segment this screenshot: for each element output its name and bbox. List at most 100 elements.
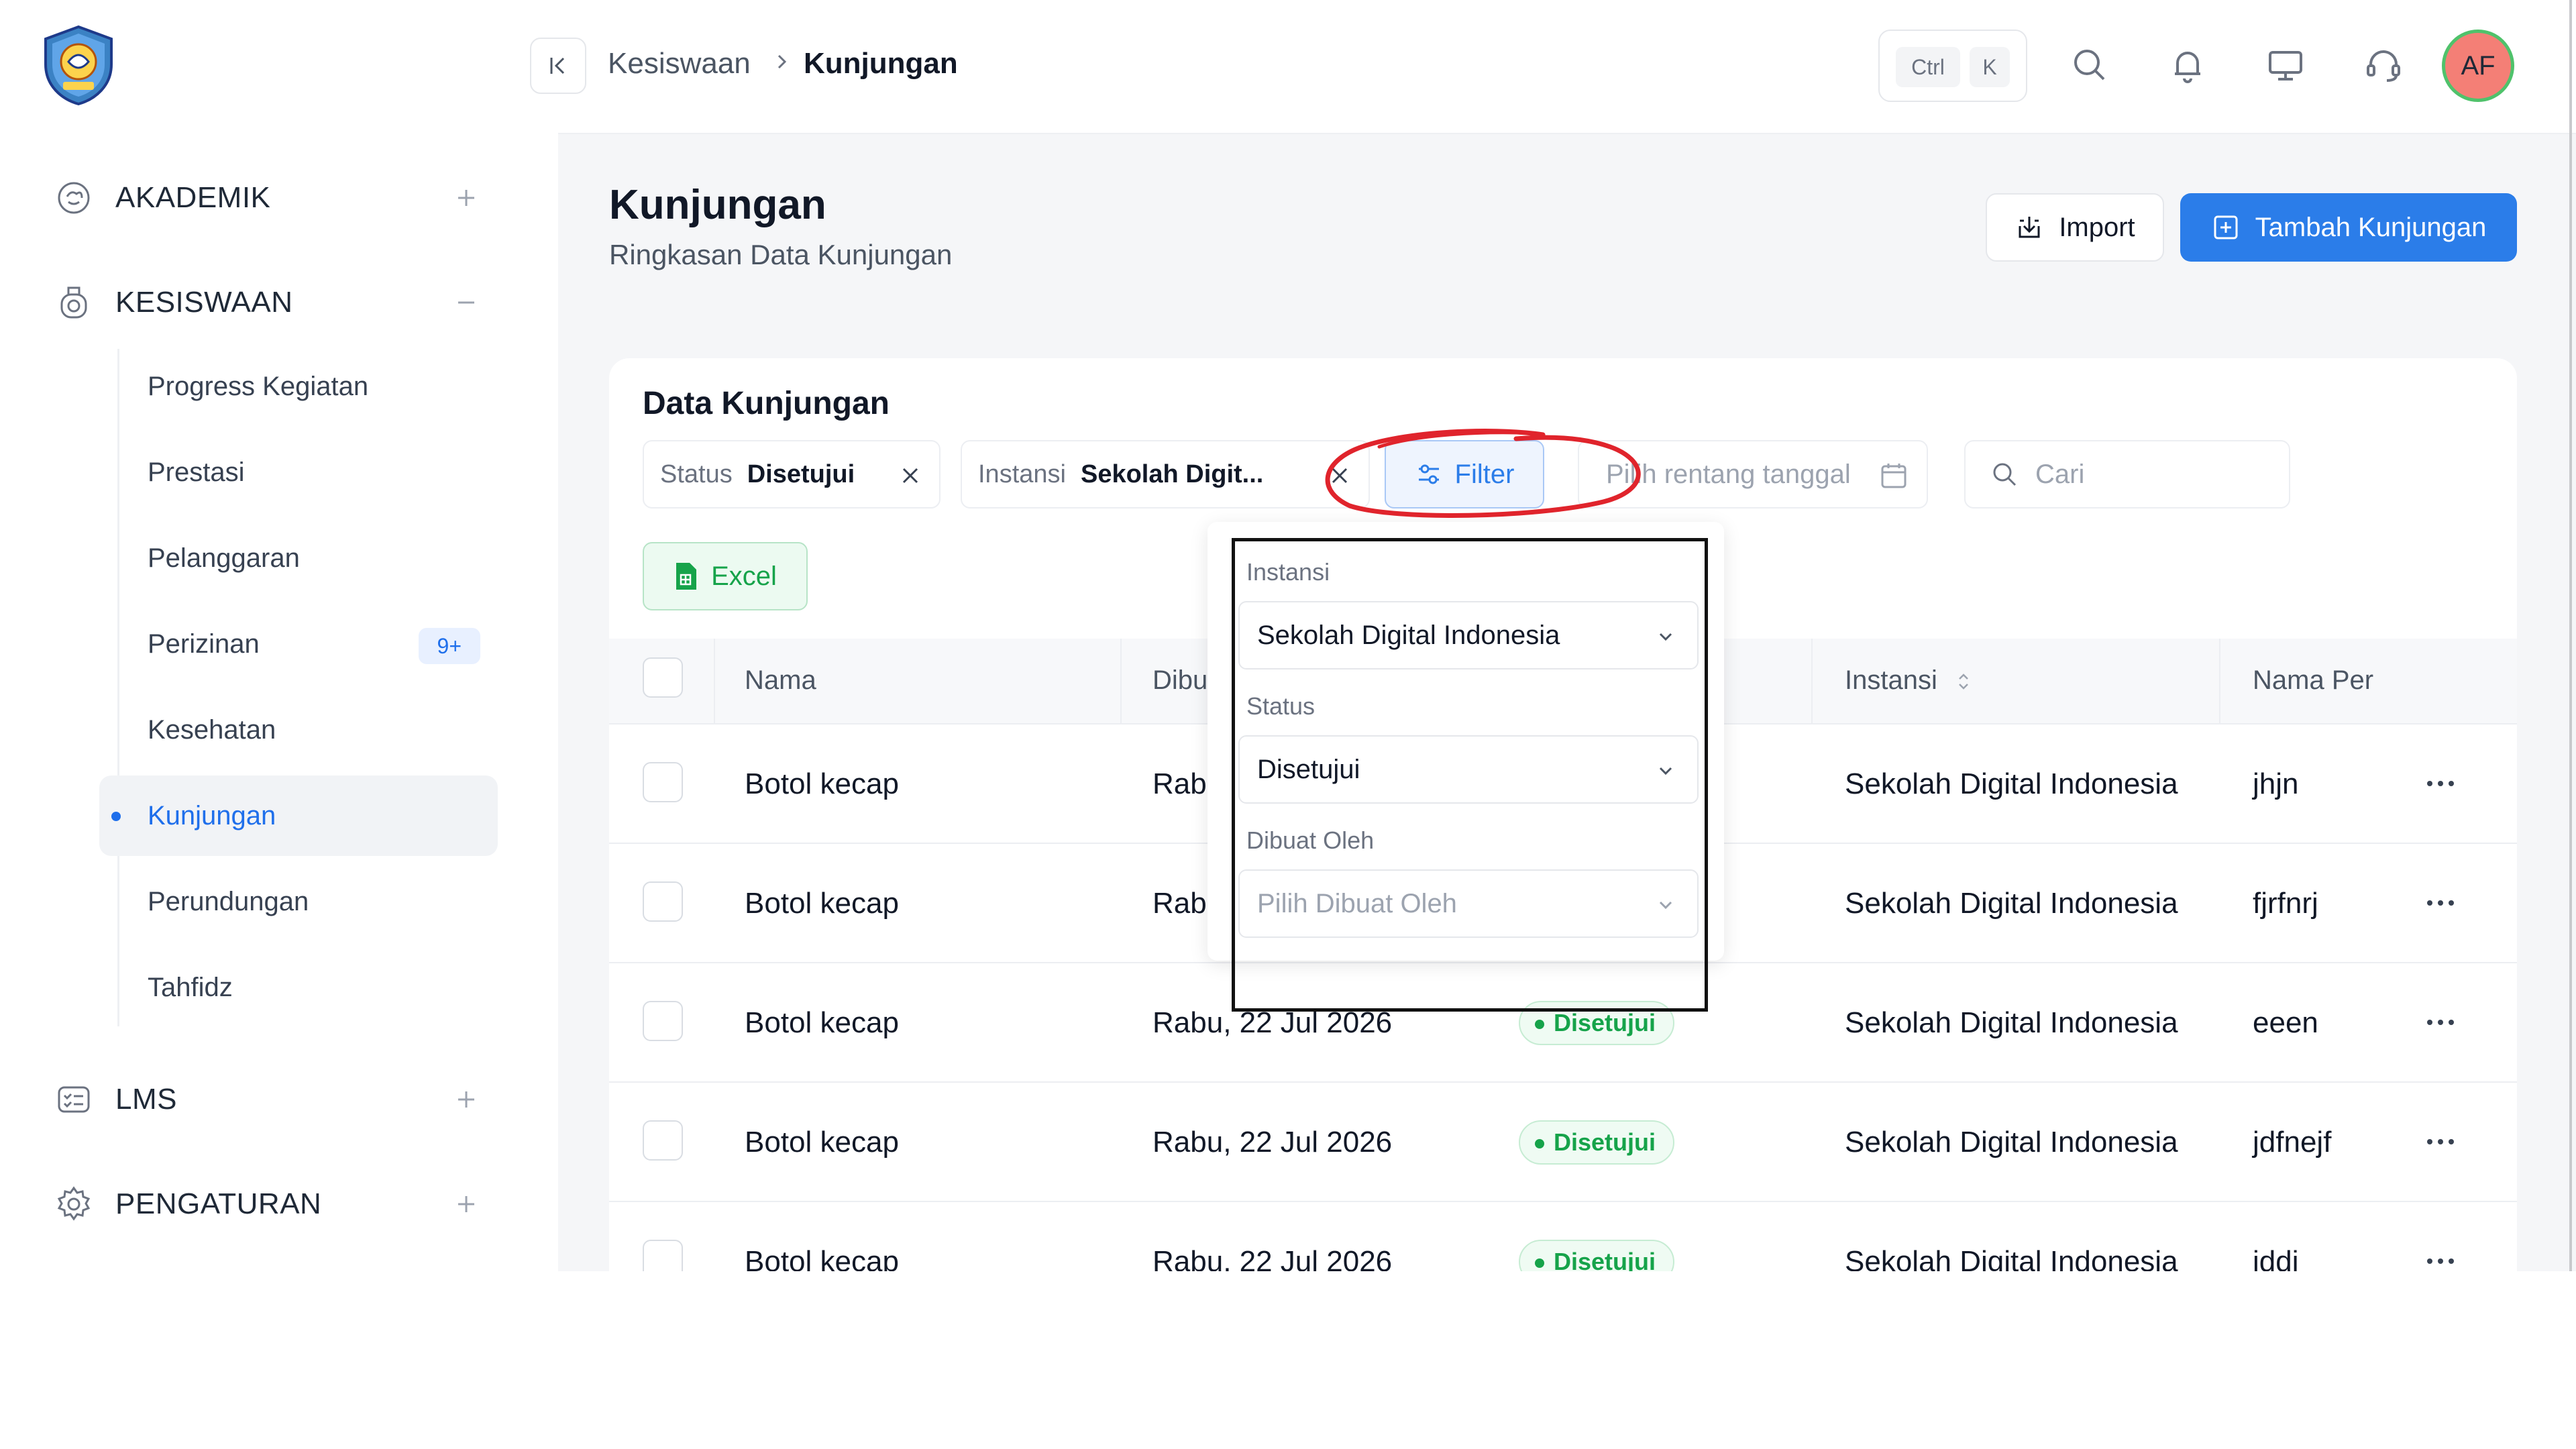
sidebar-item-kunjungan[interactable]: Kunjungan xyxy=(99,775,498,856)
row-checkbox[interactable] xyxy=(643,1240,683,1271)
more-horizontal-icon[interactable] xyxy=(2420,890,2461,916)
plus-square-icon xyxy=(2214,215,2238,239)
status-select-value: Disetujui xyxy=(1257,754,1360,784)
table-row[interactable]: Botol kecap Rabu, 22 Jul 2026 Disetujui … xyxy=(609,1202,2517,1271)
sidebar-item-label: Perizinan xyxy=(148,629,260,659)
search-icon[interactable] xyxy=(2066,42,2113,89)
search-input[interactable]: Cari xyxy=(1964,440,2290,508)
school-logo[interactable] xyxy=(36,23,121,107)
status-badge: Disetujui xyxy=(1519,1120,1675,1165)
gear-icon xyxy=(57,1186,91,1221)
calendar-icon xyxy=(1881,464,1907,488)
sidebar-item-pelanggaran[interactable]: Pelanggaran xyxy=(99,518,498,598)
cell-nama: Botol kecap xyxy=(745,767,899,800)
cell-instansi: Sekolah Digital Indonesia xyxy=(1845,1126,2178,1159)
cell-dibuat: Rab xyxy=(1152,887,1207,920)
nav-group-lms[interactable]: LMS xyxy=(40,1063,496,1136)
cell-instansi: Sekolah Digital Indonesia xyxy=(1845,767,2178,800)
sidebar-item-label: Pelanggaran xyxy=(148,543,300,573)
window-edge xyxy=(2569,0,2572,1271)
brain-icon xyxy=(58,182,90,214)
kbd-ctrl: Ctrl xyxy=(1896,47,1960,87)
status-select[interactable]: Disetujui xyxy=(1238,735,1699,804)
sidebar-item-label: Kunjungan xyxy=(148,800,276,830)
row-checkbox[interactable] xyxy=(643,881,683,922)
user-avatar[interactable]: AF xyxy=(2442,30,2514,102)
row-checkbox[interactable] xyxy=(643,1001,683,1041)
chevron-down-icon xyxy=(1659,633,1672,641)
table-row[interactable]: Botol kecap Rabu, 22 Jul 2026 Disetujui … xyxy=(609,1083,2517,1202)
collapse-left-icon xyxy=(550,57,565,74)
chip-key: Instansi xyxy=(978,460,1066,488)
close-icon[interactable] xyxy=(899,464,922,487)
plus-icon[interactable] xyxy=(449,1187,483,1221)
import-button[interactable]: Import xyxy=(1986,193,2164,262)
filter-instansi-label: Instansi xyxy=(1246,558,1330,586)
more-horizontal-icon[interactable] xyxy=(2420,770,2461,797)
plus-icon[interactable] xyxy=(449,181,483,215)
filter-chip-instansi[interactable]: Instansi Sekolah Digit... xyxy=(961,440,1370,508)
row-checkbox[interactable] xyxy=(643,762,683,802)
date-range-input[interactable]: Pilih rentang tanggal xyxy=(1578,440,1928,508)
cell-nama-penanggung: jhjn xyxy=(2253,767,2299,800)
sidebar-item-kesehatan[interactable]: Kesehatan xyxy=(99,690,498,770)
sidebar-item-progress-kegiatan[interactable]: Progress Kegiatan xyxy=(99,346,498,427)
cell-nama: Botol kecap xyxy=(745,1245,899,1271)
cell-nama: Botol kecap xyxy=(745,1126,899,1159)
nav-group-kesiswaan[interactable]: KESISWAAN xyxy=(40,266,496,339)
row-checkbox[interactable] xyxy=(643,1120,683,1161)
date-range-placeholder: Pilih rentang tanggal xyxy=(1606,459,1851,489)
chevron-down-icon xyxy=(1659,767,1672,775)
chevron-down-icon xyxy=(1659,901,1672,910)
bell-icon[interactable] xyxy=(2164,42,2211,89)
headset-icon[interactable] xyxy=(2360,42,2407,89)
select-all-checkbox[interactable] xyxy=(643,657,683,698)
instansi-select[interactable]: Sekolah Digital Indonesia xyxy=(1238,601,1699,669)
monitor-icon[interactable] xyxy=(2262,42,2309,89)
export-excel-button[interactable]: Excel xyxy=(643,542,808,610)
column-header-instansi-label: Instansi xyxy=(1845,665,1937,695)
excel-label: Excel xyxy=(711,561,777,591)
card-title: Data Kunjungan xyxy=(643,386,890,421)
breadcrumb-kesiswaan[interactable]: Kesiswaan xyxy=(608,47,751,80)
nav-group-pengaturan[interactable]: PENGATURAN xyxy=(40,1167,496,1241)
add-kunjungan-button[interactable]: Tambah Kunjungan xyxy=(2180,193,2517,262)
sidebar-item-perizinan[interactable]: Perizinan 9+ xyxy=(99,604,498,684)
sort-icon[interactable] xyxy=(1954,670,1973,693)
dibuat-oleh-select[interactable]: Pilih Dibuat Oleh xyxy=(1238,869,1699,938)
column-header-nama-penanggung[interactable]: Nama Per xyxy=(2253,665,2373,696)
cell-dibuat: Rab xyxy=(1152,767,1207,800)
column-header-nama[interactable]: Nama xyxy=(745,665,816,696)
sidebar-item-label: Perundungan xyxy=(148,886,309,916)
sidebar-item-perundungan[interactable]: Perundungan xyxy=(99,861,498,942)
column-header-dibuat[interactable]: Dibu xyxy=(1152,665,1208,696)
filter-chip-status[interactable]: Status Disetujui xyxy=(643,440,941,508)
close-icon[interactable] xyxy=(1328,464,1351,487)
chip-value: Sekolah Digit... xyxy=(1080,460,1264,488)
nav-group-label: AKADEMIK xyxy=(115,181,271,214)
more-horizontal-icon[interactable] xyxy=(2420,1128,2461,1155)
sidebar-item-tahfidz[interactable]: Tahfidz xyxy=(99,947,498,1028)
sidebar-item-prestasi[interactable]: Prestasi xyxy=(99,432,498,513)
filter-button[interactable]: Filter xyxy=(1385,440,1544,508)
plus-icon[interactable] xyxy=(449,1083,483,1116)
student-icon xyxy=(60,286,87,319)
spreadsheet-icon xyxy=(676,563,697,590)
add-kunjungan-label: Tambah Kunjungan xyxy=(2255,212,2487,242)
nav-group-akademik[interactable]: AKADEMIK xyxy=(40,161,496,235)
status-badge: Disetujui xyxy=(1519,1240,1675,1271)
more-horizontal-icon[interactable] xyxy=(2420,1009,2461,1036)
import-icon xyxy=(2019,217,2040,238)
cell-nama-penanggung: iddi xyxy=(2253,1245,2299,1271)
column-header-instansi[interactable]: Instansi xyxy=(1845,665,1973,696)
cell-dibuat: Rabu, 22 Jul 2026 xyxy=(1152,1126,1393,1159)
minus-icon[interactable] xyxy=(449,286,483,319)
more-horizontal-icon[interactable] xyxy=(2420,1248,2461,1271)
command-palette-shortcut[interactable]: Ctrl K xyxy=(1878,30,2027,102)
cell-dibuat: Rabu, 22 Jul 2026 xyxy=(1152,1245,1393,1271)
collapse-sidebar-button[interactable] xyxy=(530,38,586,94)
sidebar-item-label: Progress Kegiatan xyxy=(148,371,369,401)
dibuat-oleh-placeholder: Pilih Dibuat Oleh xyxy=(1257,888,1457,918)
cell-nama: Botol kecap xyxy=(745,887,899,920)
app-window: AKADEMIK KESISWAAN Progress Kegiatan Pre… xyxy=(0,0,2576,1271)
